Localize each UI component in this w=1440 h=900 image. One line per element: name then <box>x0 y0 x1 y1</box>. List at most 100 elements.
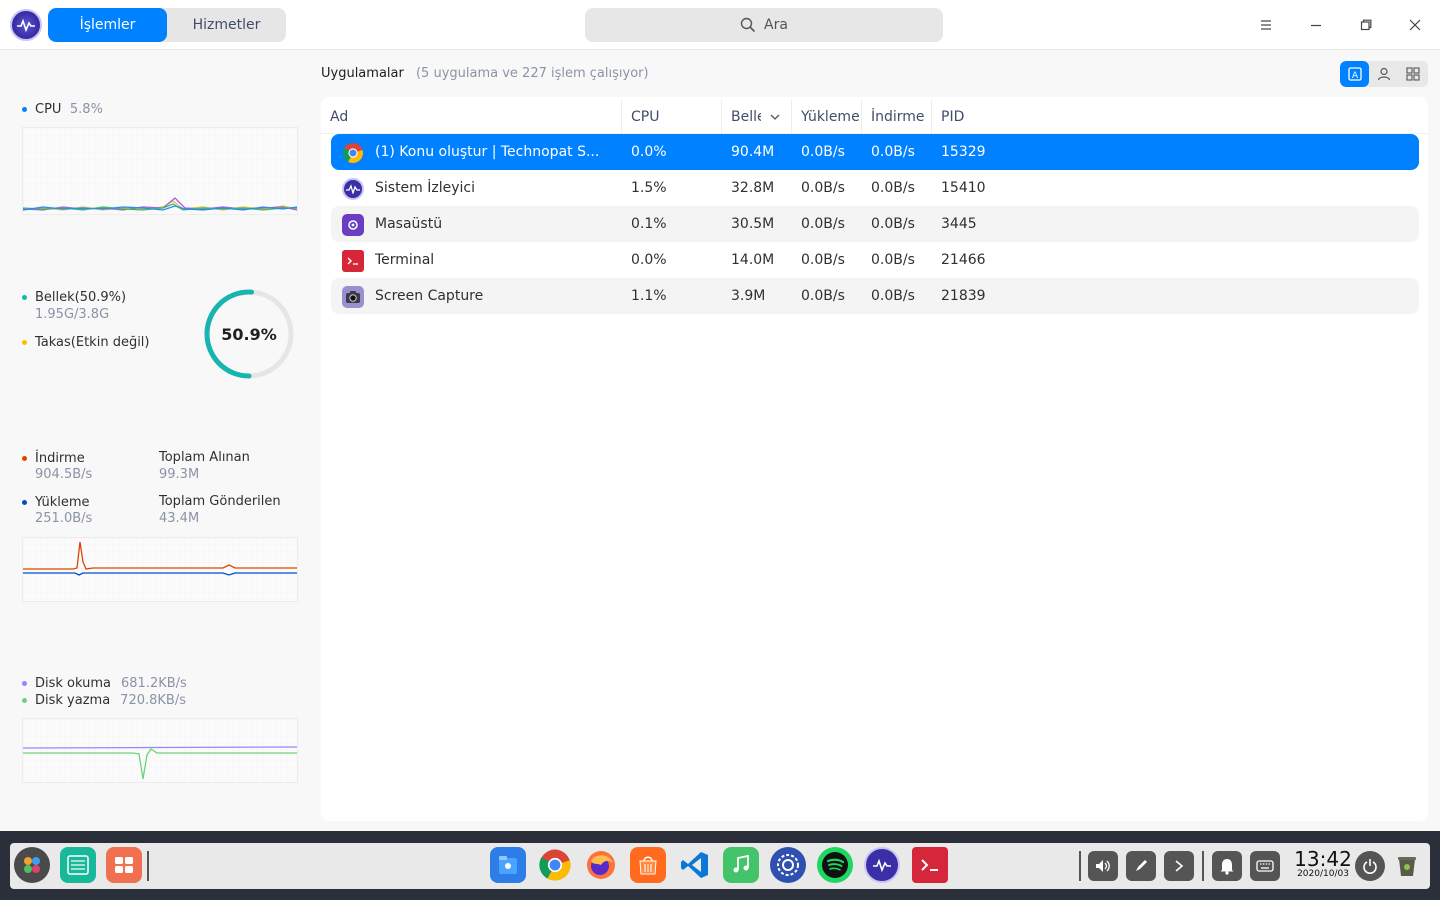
process-download: 0.0B/s <box>871 288 915 304</box>
memory-detail: 1.95G/3.8G <box>35 307 110 322</box>
system-monitor-icon <box>342 178 364 200</box>
taskbar: 13:42 2020/10/03 <box>0 831 1440 900</box>
process-name: Terminal <box>375 252 435 268</box>
maximize-icon[interactable] <box>1351 10 1381 40</box>
process-pid: 15329 <box>941 144 986 160</box>
cpu-graph <box>22 127 298 215</box>
process-pid: 21839 <box>941 288 986 304</box>
process-name: Screen Capture <box>375 288 484 304</box>
process-download: 0.0B/s <box>871 252 915 268</box>
disk-read-value: 681.2KB/s <box>121 676 187 691</box>
cpu-dot <box>22 106 27 112</box>
pen-icon[interactable] <box>1126 851 1156 881</box>
table-row[interactable]: Masaüstü 0.1% 30.5M 0.0B/s 0.0B/s 3445 <box>331 206 1419 242</box>
table-row[interactable]: (1) Konu oluştur | Technopat S... 0.0% 9… <box>331 134 1419 170</box>
chrome-dock-icon[interactable] <box>537 847 573 883</box>
column-cpu[interactable]: CPU <box>622 100 722 134</box>
app-store-icon[interactable] <box>630 847 666 883</box>
dock-separator <box>147 851 149 881</box>
process-download: 0.0B/s <box>871 216 915 232</box>
app-view-icon: A <box>1348 67 1362 81</box>
multitask-view-icon[interactable] <box>60 847 96 883</box>
app-view-button[interactable]: A <box>1340 61 1370 87</box>
clock[interactable]: 13:42 2020/10/03 <box>1288 849 1358 880</box>
music-icon[interactable] <box>723 847 759 883</box>
sort-desc-icon <box>770 114 780 120</box>
view-switcher: İşlemler Hizmetler <box>48 8 286 42</box>
column-upload[interactable]: Yükleme <box>792 100 862 134</box>
file-manager-icon[interactable] <box>490 847 526 883</box>
download-label: İndirme <box>35 451 85 466</box>
firefox-icon[interactable] <box>583 847 619 883</box>
process-cpu: 0.1% <box>631 216 667 232</box>
all-processes-button[interactable] <box>1399 61 1428 87</box>
spotify-icon[interactable] <box>817 847 853 883</box>
disk-write-label: Disk yazma <box>35 693 111 708</box>
table-row[interactable]: Sistem İzleyici 1.5% 32.8M 0.0B/s 0.0B/s… <box>331 170 1419 206</box>
column-name[interactable]: Ad <box>321 100 622 134</box>
column-pid[interactable]: PID <box>932 100 1428 134</box>
disk-summary: Disk okuma 681.2KB/s Disk yazma 720.8KB/s <box>22 675 187 708</box>
upload-value: 251.0B/s <box>35 511 93 526</box>
table-row[interactable]: Screen Capture 1.1% 3.9M 0.0B/s 0.0B/s 2… <box>331 278 1419 314</box>
dock-separator <box>1202 851 1204 881</box>
process-table: Ad CPU Bellek Yükleme İndirme PID (1) Ko… <box>321 97 1428 821</box>
svg-text:A: A <box>1352 71 1359 81</box>
swap-dot <box>22 339 27 345</box>
vscode-icon[interactable] <box>677 847 713 883</box>
resource-sidebar: CPU 5.8% Bellek(50.9%) 1.95G/3.8G Takas(… <box>0 51 320 831</box>
disk-write-dot <box>22 697 27 703</box>
cpu-label: CPU <box>35 102 62 117</box>
process-name: Masaüstü <box>375 216 443 232</box>
minimize-icon[interactable] <box>1301 10 1331 40</box>
process-upload: 0.0B/s <box>801 216 845 232</box>
process-memory: 30.5M <box>731 216 775 232</box>
disk-read-label: Disk okuma <box>35 676 112 691</box>
show-desktop-icon[interactable] <box>106 847 142 883</box>
close-icon[interactable] <box>1400 10 1430 40</box>
power-icon[interactable] <box>1355 851 1385 881</box>
settings-icon[interactable] <box>770 847 806 883</box>
process-upload: 0.0B/s <box>801 180 845 196</box>
memory-ring: 50.9% <box>203 288 295 380</box>
upload-dot <box>22 499 27 505</box>
cpu-summary: CPU 5.8% <box>22 101 103 117</box>
user-icon <box>1377 67 1391 81</box>
cpu-value: 5.8% <box>69 102 103 117</box>
process-name: (1) Konu oluştur | Technopat S... <box>375 144 600 160</box>
column-memory[interactable]: Bellek <box>722 100 792 134</box>
chevron-right-icon[interactable] <box>1164 851 1194 881</box>
memory-ring-value: 50.9% <box>221 324 277 344</box>
clock-date: 2020/10/03 <box>1297 869 1349 879</box>
table-row[interactable]: Terminal 0.0% 14.0M 0.0B/s 0.0B/s 21466 <box>331 242 1419 278</box>
search-placeholder: Ara <box>764 17 788 33</box>
screen-capture-icon <box>342 286 364 308</box>
process-upload: 0.0B/s <box>801 144 845 160</box>
column-download[interactable]: İndirme <box>862 100 932 134</box>
process-cpu: 0.0% <box>631 144 667 160</box>
keyboard-icon[interactable] <box>1250 851 1280 881</box>
memory-label: Bellek(50.9%) <box>35 290 127 305</box>
total-received-value: 99.3M <box>159 467 200 482</box>
trash-icon[interactable] <box>1393 851 1421 881</box>
notification-bell-icon[interactable] <box>1212 851 1242 881</box>
search-icon <box>740 17 756 33</box>
process-pid: 15410 <box>941 180 986 196</box>
launcher-icon[interactable] <box>14 847 50 883</box>
process-upload: 0.0B/s <box>801 252 845 268</box>
tab-services[interactable]: Hizmetler <box>167 8 286 42</box>
memory-dot <box>22 294 27 300</box>
search-input[interactable]: Ara <box>585 8 943 42</box>
system-monitor-dock-icon[interactable] <box>864 847 900 883</box>
process-memory: 3.9M <box>731 288 766 304</box>
terminal-dock-icon[interactable] <box>912 847 948 883</box>
title-bar: İşlemler Hizmetler Ara <box>0 0 1440 50</box>
my-processes-button[interactable] <box>1369 61 1398 87</box>
volume-icon[interactable] <box>1088 851 1118 881</box>
system-monitor-logo-icon <box>10 9 42 41</box>
process-pid: 21466 <box>941 252 986 268</box>
swap-label: Takas(Etkin değil) <box>35 335 150 350</box>
chrome-icon <box>342 142 364 164</box>
tab-processes[interactable]: İşlemler <box>48 8 167 42</box>
menu-icon[interactable] <box>1251 10 1281 40</box>
